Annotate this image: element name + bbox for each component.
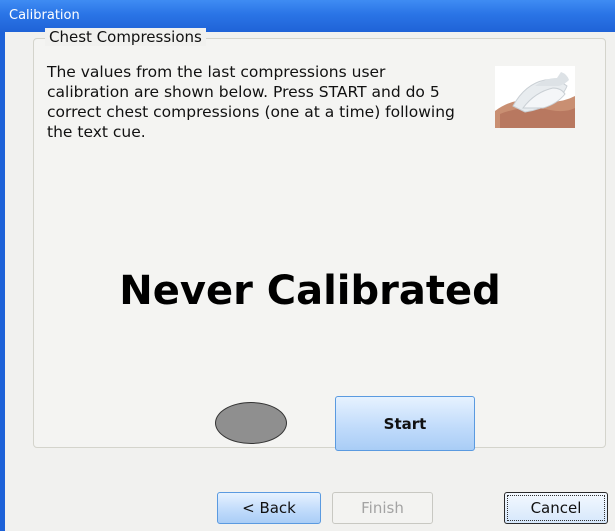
start-button[interactable]: Start [335, 396, 475, 451]
calibration-window: Calibration Chest Compressions The value… [0, 0, 615, 531]
instructions-text: The values from the last compressions us… [47, 63, 455, 141]
calibration-status: Never Calibrated [119, 268, 501, 314]
group-title: Chest Compressions [45, 28, 206, 46]
cancel-button[interactable]: Cancel [504, 492, 608, 524]
status-indicator-icon [215, 402, 287, 444]
finish-button[interactable]: Finish [332, 492, 433, 524]
back-button[interactable]: < Back [217, 492, 321, 524]
cpr-hands-photo-icon [495, 66, 575, 128]
